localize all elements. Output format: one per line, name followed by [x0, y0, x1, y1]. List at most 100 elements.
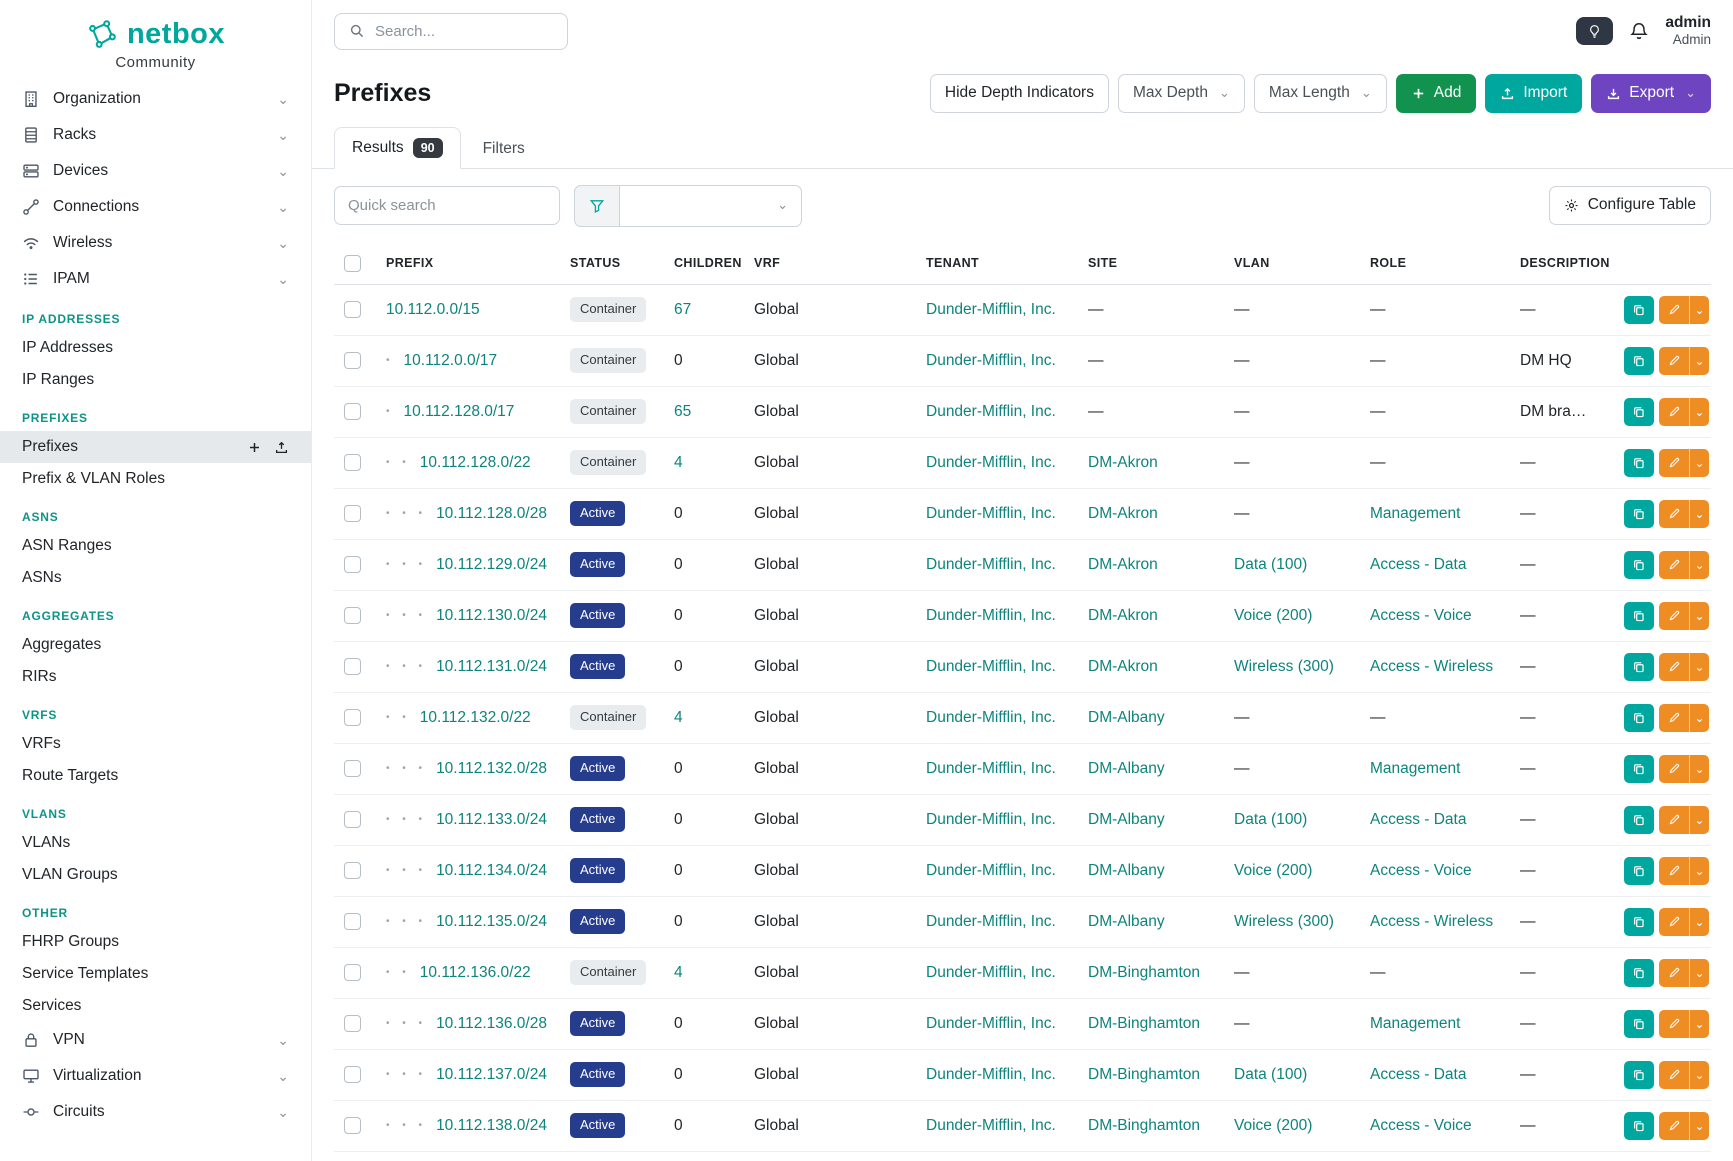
prefix-link[interactable]: 10.112.138.0/24 — [436, 1117, 547, 1134]
site-link[interactable]: DM-Akron — [1088, 658, 1158, 675]
sidebar-item-vlan-groups[interactable]: VLAN Groups — [0, 859, 311, 891]
row-checkbox[interactable] — [344, 505, 361, 522]
edit-dropdown-button[interactable]: ⌄ — [1689, 653, 1709, 681]
edit-button[interactable] — [1659, 500, 1689, 528]
sidebar-item-fhrp-groups[interactable]: FHRP Groups — [0, 926, 311, 958]
edit-dropdown-button[interactable]: ⌄ — [1689, 1061, 1709, 1089]
add-icon[interactable] — [247, 440, 262, 455]
prefix-link[interactable]: 10.112.136.0/22 — [420, 964, 531, 981]
tab-results[interactable]: Results 90 — [334, 127, 461, 169]
sidebar-item-services[interactable]: Services — [0, 990, 311, 1022]
row-checkbox[interactable] — [344, 913, 361, 930]
role-link[interactable]: Management — [1370, 1015, 1460, 1032]
sidebar-item-service-templates[interactable]: Service Templates — [0, 958, 311, 990]
brand[interactable]: netbox Community — [0, 0, 311, 81]
sidebar-item-virtualization[interactable]: Virtualization⌄ — [0, 1058, 311, 1094]
sidebar-item-prefix-vlan-roles[interactable]: Prefix & VLAN Roles — [0, 463, 311, 495]
copy-button[interactable] — [1624, 347, 1654, 375]
edit-dropdown-button[interactable]: ⌄ — [1689, 398, 1709, 426]
sidebar-item-ipam[interactable]: IPAM⌄ — [0, 261, 311, 297]
prefix-link[interactable]: 10.112.136.0/28 — [436, 1015, 547, 1032]
role-link[interactable]: Management — [1370, 505, 1460, 522]
vlan-link[interactable]: Data (100) — [1234, 811, 1307, 828]
copy-button[interactable] — [1624, 398, 1654, 426]
site-link[interactable]: DM-Binghamton — [1088, 1117, 1200, 1134]
role-link[interactable]: Access - Data — [1370, 556, 1466, 573]
copy-button[interactable] — [1624, 551, 1654, 579]
role-link[interactable]: Access - Wireless — [1370, 913, 1493, 930]
edit-dropdown-button[interactable]: ⌄ — [1689, 959, 1709, 987]
edit-dropdown-button[interactable]: ⌄ — [1689, 500, 1709, 528]
tenant-link[interactable]: Dunder-Mifflin, Inc. — [926, 964, 1056, 981]
site-link[interactable]: DM-Binghamton — [1088, 1015, 1200, 1032]
edit-button[interactable] — [1659, 398, 1689, 426]
prefix-link[interactable]: 10.112.0.0/17 — [404, 352, 498, 369]
edit-dropdown-button[interactable]: ⌄ — [1689, 449, 1709, 477]
copy-button[interactable] — [1624, 296, 1654, 324]
max-length-dropdown[interactable]: Max Length ⌄ — [1254, 74, 1387, 113]
prefix-link[interactable]: 10.112.128.0/28 — [436, 505, 547, 522]
edit-dropdown-button[interactable]: ⌄ — [1689, 551, 1709, 579]
sidebar-item-rirs[interactable]: RIRs — [0, 661, 311, 693]
edit-dropdown-button[interactable]: ⌄ — [1689, 347, 1709, 375]
sidebar-item-ip-addresses[interactable]: IP Addresses — [0, 332, 311, 364]
vlan-link[interactable]: Wireless (300) — [1234, 913, 1334, 930]
site-link[interactable]: DM-Akron — [1088, 556, 1158, 573]
prefix-link[interactable]: 10.112.0.0/15 — [386, 301, 480, 318]
sidebar-item-wireless[interactable]: Wireless⌄ — [0, 225, 311, 261]
copy-button[interactable] — [1624, 602, 1654, 630]
row-checkbox[interactable] — [344, 607, 361, 624]
copy-button[interactable] — [1624, 908, 1654, 936]
site-link[interactable]: DM-Akron — [1088, 505, 1158, 522]
tab-filters[interactable]: Filters — [465, 129, 543, 169]
site-link[interactable]: DM-Binghamton — [1088, 964, 1200, 981]
copy-button[interactable] — [1624, 959, 1654, 987]
edit-button[interactable] — [1659, 653, 1689, 681]
copy-button[interactable] — [1624, 704, 1654, 732]
tenant-link[interactable]: Dunder-Mifflin, Inc. — [926, 658, 1056, 675]
row-checkbox[interactable] — [344, 352, 361, 369]
tenant-link[interactable]: Dunder-Mifflin, Inc. — [926, 556, 1056, 573]
role-link[interactable]: Access - Wireless — [1370, 658, 1493, 675]
edit-dropdown-button[interactable]: ⌄ — [1689, 1010, 1709, 1038]
row-checkbox[interactable] — [344, 658, 361, 675]
sidebar-item-racks[interactable]: Racks⌄ — [0, 117, 311, 153]
edit-button[interactable] — [1659, 908, 1689, 936]
add-button[interactable]: Add — [1396, 74, 1477, 113]
import-button[interactable]: Import — [1485, 74, 1582, 113]
row-checkbox[interactable] — [344, 862, 361, 879]
sidebar-item-vlans[interactable]: VLANs — [0, 827, 311, 859]
tenant-link[interactable]: Dunder-Mifflin, Inc. — [926, 454, 1056, 471]
configure-table-button[interactable]: Configure Table — [1549, 186, 1711, 225]
prefix-link[interactable]: 10.112.132.0/22 — [420, 709, 531, 726]
edit-button[interactable] — [1659, 602, 1689, 630]
notifications-bell-icon[interactable] — [1629, 21, 1649, 41]
sidebar-item-prefixes[interactable]: Prefixes — [0, 431, 311, 463]
children-count-link[interactable]: 67 — [674, 301, 691, 318]
max-depth-dropdown[interactable]: Max Depth ⌄ — [1118, 74, 1245, 113]
role-link[interactable]: Access - Voice — [1370, 607, 1472, 624]
sidebar-item-vrfs[interactable]: VRFs — [0, 728, 311, 760]
row-checkbox[interactable] — [344, 301, 361, 318]
prefix-link[interactable]: 10.112.135.0/24 — [436, 913, 547, 930]
tenant-link[interactable]: Dunder-Mifflin, Inc. — [926, 1117, 1056, 1134]
vlan-link[interactable]: Data (100) — [1234, 556, 1307, 573]
edit-button[interactable] — [1659, 857, 1689, 885]
site-link[interactable]: DM-Akron — [1088, 454, 1158, 471]
role-link[interactable]: Management — [1370, 760, 1460, 777]
row-checkbox[interactable] — [344, 1015, 361, 1032]
quick-search-input[interactable] — [334, 186, 560, 225]
children-count-link[interactable]: 65 — [674, 403, 691, 420]
edit-dropdown-button[interactable]: ⌄ — [1689, 602, 1709, 630]
sidebar-item-asn-ranges[interactable]: ASN Ranges — [0, 530, 311, 562]
prefix-link[interactable]: 10.112.128.0/17 — [404, 403, 515, 420]
sidebar-item-asns[interactable]: ASNs — [0, 562, 311, 594]
children-count-link[interactable]: 4 — [674, 454, 683, 471]
vlan-link[interactable]: Voice (200) — [1234, 862, 1312, 879]
prefix-link[interactable]: 10.112.130.0/24 — [436, 607, 547, 624]
site-link[interactable]: DM-Albany — [1088, 913, 1165, 930]
vlan-link[interactable]: Voice (200) — [1234, 607, 1312, 624]
tenant-link[interactable]: Dunder-Mifflin, Inc. — [926, 505, 1056, 522]
tenant-link[interactable]: Dunder-Mifflin, Inc. — [926, 1015, 1056, 1032]
vlan-link[interactable]: Wireless (300) — [1234, 658, 1334, 675]
